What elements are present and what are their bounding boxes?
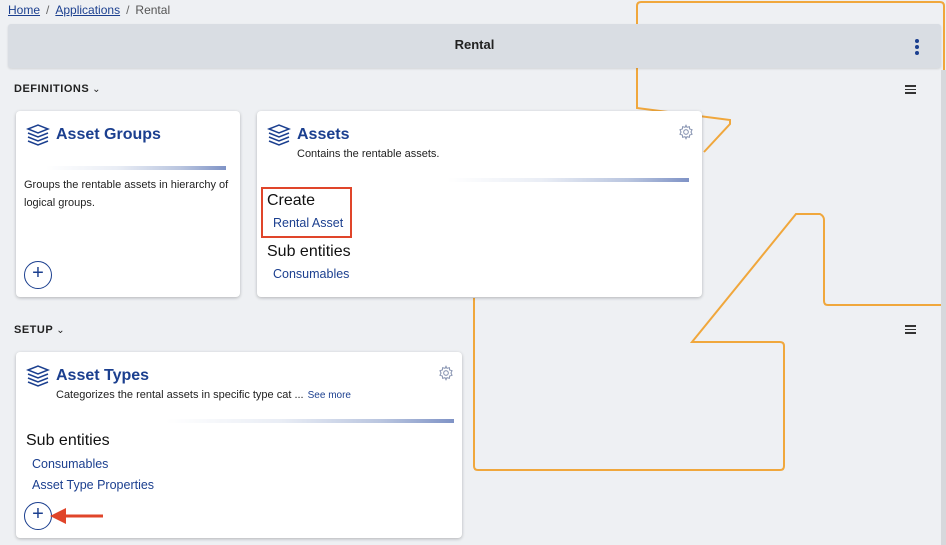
chevron-down-icon: ⌄ [92, 84, 102, 95]
card-description-text: Categorizes the rental assets in specifi… [56, 389, 304, 401]
hamburger-menu-icon[interactable] [905, 325, 916, 334]
section-label-definitions: DEFINITIONS [14, 83, 90, 95]
sub-entity-link-asset-type-properties[interactable]: Asset Type Properties [32, 478, 154, 492]
card-description: Categorizes the rental assets in specifi… [56, 386, 351, 405]
add-button[interactable]: + [24, 261, 52, 289]
card-title[interactable]: Asset Groups [56, 126, 161, 144]
breadcrumb: Home / Applications / Rental [8, 3, 170, 17]
kebab-menu-icon[interactable] [915, 39, 919, 55]
hamburger-menu-icon[interactable] [905, 85, 916, 94]
breadcrumb-current: Rental [135, 3, 171, 17]
sub-entities-heading: Sub entities [267, 243, 351, 260]
card-asset-groups: Asset Groups Groups the rentable assets … [16, 111, 240, 297]
card-description: Groups the rentable assets in hierarchy … [24, 179, 229, 209]
breadcrumb-home-link[interactable]: Home [8, 3, 40, 17]
gear-icon[interactable] [678, 124, 694, 140]
sub-entity-link-consumables[interactable]: Consumables [32, 457, 108, 471]
card-divider [46, 166, 226, 170]
sub-entities-heading: Sub entities [26, 432, 110, 449]
card-title[interactable]: Asset Types [56, 367, 149, 385]
page-title: Rental [454, 37, 495, 52]
section-toggle-setup[interactable]: SETUP ⌄ [14, 324, 65, 336]
add-button[interactable]: + [24, 502, 52, 530]
card-header: Asset Groups [26, 123, 161, 147]
breadcrumb-separator: / [46, 3, 50, 17]
card-description: Contains the rentable assets. [297, 148, 440, 160]
scrollbar[interactable] [941, 70, 946, 545]
chevron-down-icon: ⌄ [56, 325, 66, 336]
breadcrumb-separator: / [126, 3, 130, 17]
section-label-setup: SETUP [14, 324, 54, 336]
sub-entity-link-consumables[interactable]: Consumables [273, 267, 349, 281]
stack-icon [26, 365, 50, 387]
gear-icon[interactable] [438, 365, 454, 381]
highlight-box [261, 187, 352, 238]
card-divider [166, 419, 454, 423]
card-title[interactable]: Assets [297, 126, 349, 144]
card-header: Assets [267, 123, 349, 147]
see-more-link[interactable]: See more [308, 390, 351, 401]
card-divider [447, 178, 689, 182]
card-asset-types: Asset Types Categorizes the rental asset… [16, 352, 462, 538]
section-toggle-definitions[interactable]: DEFINITIONS ⌄ [14, 83, 101, 95]
stack-icon [267, 124, 291, 146]
card-header: Asset Types [26, 364, 149, 388]
breadcrumb-applications-link[interactable]: Applications [55, 3, 120, 17]
stack-icon [26, 124, 50, 146]
page-header: Rental [8, 24, 941, 68]
